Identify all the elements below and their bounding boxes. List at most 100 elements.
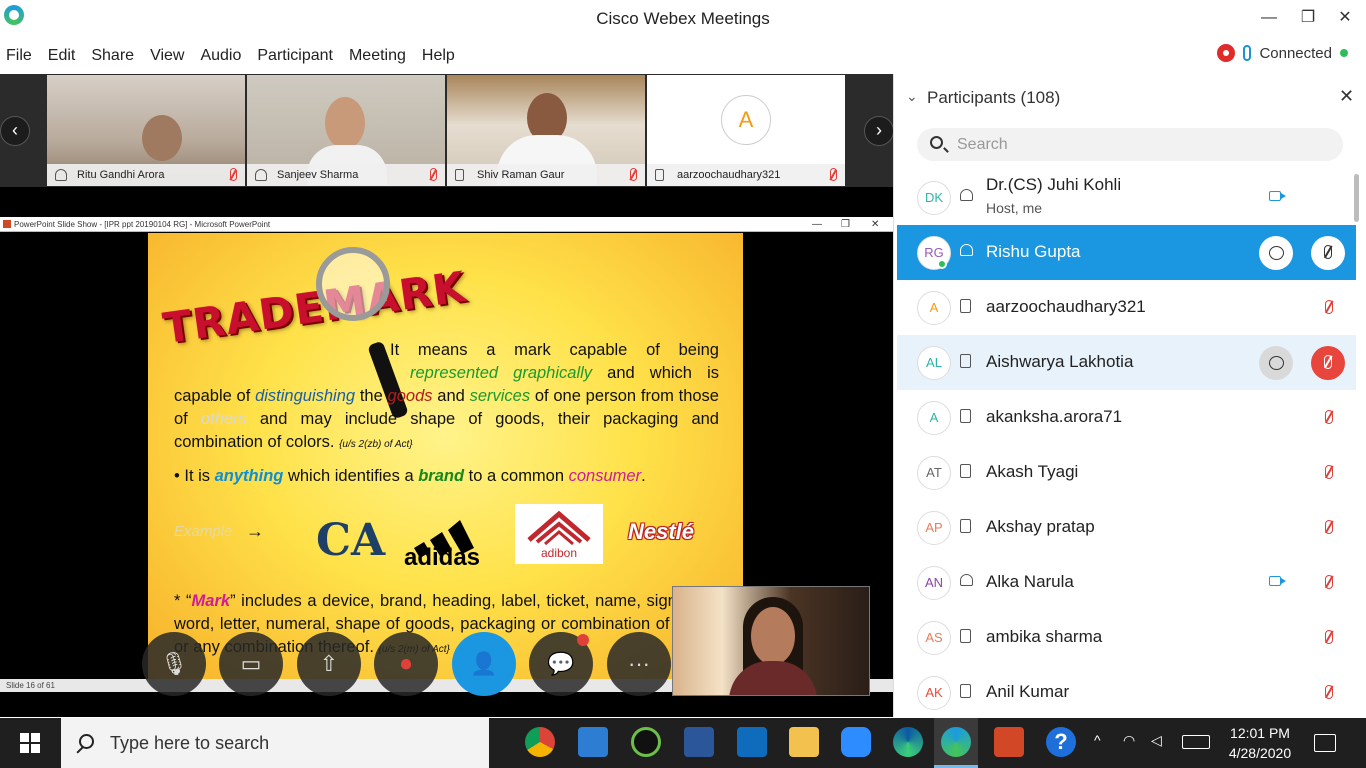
store-icon[interactable] bbox=[578, 727, 608, 757]
recording-icon[interactable] bbox=[1217, 44, 1236, 62]
participant-row[interactable]: A aarzoochaudhary321 bbox=[897, 280, 1356, 335]
mail-icon[interactable] bbox=[737, 727, 767, 757]
edge-icon[interactable] bbox=[893, 727, 923, 757]
ppt-close-button[interactable]: ✕ bbox=[871, 217, 879, 232]
file-explorer-icon[interactable] bbox=[789, 727, 819, 757]
muted-mic-icon[interactable] bbox=[1325, 575, 1333, 589]
menu-file[interactable]: File bbox=[6, 47, 32, 65]
taskbar-clock[interactable]: 12:01 PM 4/28/2020 bbox=[1210, 723, 1310, 763]
wifi-icon[interactable]: ◠ bbox=[1123, 732, 1135, 749]
slide-counter: Slide 16 of 61 bbox=[6, 681, 55, 690]
chat-with-participant-button[interactable] bbox=[1259, 236, 1293, 270]
webex-taskbar-icon[interactable] bbox=[941, 727, 971, 757]
headset-icon bbox=[960, 574, 973, 586]
mute-participant-button[interactable] bbox=[1311, 346, 1345, 380]
more-options-button[interactable]: ··· bbox=[607, 632, 671, 696]
participant-row[interactable]: A akanksha.arora71 bbox=[897, 390, 1356, 445]
phone-icon bbox=[655, 169, 664, 181]
restore-button[interactable]: ❐ bbox=[1293, 6, 1323, 30]
participant-row[interactable]: DK Dr.(CS) Juhi Kohli Host, me bbox=[897, 170, 1356, 225]
participant-search-input[interactable] bbox=[957, 128, 1327, 161]
title-bar: Cisco Webex Meetings — ❐ ✕ bbox=[0, 0, 1366, 38]
participant-name: Akshay pratap bbox=[986, 517, 1095, 536]
volume-icon[interactable]: ◁ bbox=[1151, 732, 1162, 749]
muted-mic-icon[interactable] bbox=[1325, 300, 1333, 314]
collapse-chevron-icon[interactable]: ⌄ bbox=[906, 88, 918, 105]
notifications-icon[interactable] bbox=[1314, 734, 1336, 752]
powerpoint-window-title: PowerPoint Slide Show - [IPR ppt 2019010… bbox=[14, 220, 271, 229]
menu-view[interactable]: View bbox=[150, 47, 184, 65]
participant-role: Host, me bbox=[986, 200, 1043, 216]
video-tile-name: Ritu Gandhi Arora bbox=[77, 169, 165, 181]
menu-audio[interactable]: Audio bbox=[200, 47, 241, 65]
menu-help[interactable]: Help bbox=[422, 47, 455, 65]
video-tile[interactable]: A aarzoochaudhary321 bbox=[647, 75, 845, 186]
word-icon[interactable] bbox=[684, 727, 714, 757]
video-tile[interactable]: Sanjeev Sharma bbox=[247, 75, 445, 186]
muted-mic-icon[interactable] bbox=[1325, 630, 1333, 644]
video-tile[interactable]: Shiv Raman Gaur bbox=[447, 75, 645, 186]
participant-row[interactable]: AP Akshay pratap bbox=[897, 500, 1356, 555]
presentation-slide: TRADEMARK It means a mark capable of bei… bbox=[148, 233, 743, 679]
muted-mic-icon[interactable] bbox=[1325, 465, 1333, 479]
phone-icon bbox=[960, 409, 971, 423]
close-panel-button[interactable]: ✕ bbox=[1339, 86, 1354, 107]
minimize-button[interactable]: — bbox=[1254, 6, 1284, 30]
mute-button[interactable]: 🎙 bbox=[142, 632, 206, 696]
muted-mic-icon[interactable] bbox=[1325, 685, 1333, 699]
participant-search[interactable] bbox=[917, 128, 1343, 161]
chrome-icon[interactable] bbox=[525, 727, 555, 757]
chat-with-participant-button[interactable] bbox=[1259, 346, 1293, 380]
self-view-video[interactable] bbox=[672, 586, 870, 696]
filmstrip-next-button[interactable]: › bbox=[864, 116, 894, 146]
zoom-icon[interactable] bbox=[841, 727, 871, 757]
ppt-minimize-button[interactable]: — bbox=[812, 217, 822, 232]
muted-mic-icon bbox=[630, 168, 637, 181]
video-tile-label: Shiv Raman Gaur bbox=[447, 164, 645, 186]
menu-participant[interactable]: Participant bbox=[257, 47, 333, 65]
show-hidden-icons-icon[interactable]: ^ bbox=[1094, 732, 1101, 748]
video-button[interactable]: ▭ bbox=[219, 632, 283, 696]
headset-icon bbox=[960, 244, 973, 256]
menu-edit[interactable]: Edit bbox=[48, 47, 76, 65]
participant-row[interactable]: AK Anil Kumar bbox=[897, 665, 1356, 720]
menu-bar: File Edit Share View Audio Participant M… bbox=[0, 38, 893, 74]
taskbar-search-box[interactable]: Type here to search bbox=[61, 718, 489, 768]
search-icon bbox=[930, 136, 943, 149]
mute-participant-button[interactable] bbox=[1311, 236, 1345, 270]
chat-button[interactable]: 💬 bbox=[529, 632, 593, 696]
participants-scrollbar[interactable] bbox=[1354, 174, 1359, 222]
video-tile[interactable]: Ritu Gandhi Arora bbox=[47, 75, 245, 186]
menu-meeting[interactable]: Meeting bbox=[349, 47, 406, 65]
keyboard-icon[interactable] bbox=[1182, 735, 1210, 749]
participant-row[interactable]: AS ambika sharma bbox=[897, 610, 1356, 665]
phone-icon bbox=[960, 464, 971, 478]
participants-panel-header: ⌄ Participants (108) ✕ bbox=[894, 74, 1366, 122]
muted-mic-icon[interactable] bbox=[1325, 410, 1333, 424]
video-tile-name: Sanjeev Sharma bbox=[277, 169, 359, 181]
phone-icon bbox=[960, 629, 971, 643]
windows-start-icon[interactable] bbox=[20, 733, 40, 753]
participant-row[interactable]: AL Aishwarya Lakhotia bbox=[897, 335, 1356, 390]
microphone-icon[interactable] bbox=[1243, 45, 1252, 61]
media-app-icon[interactable] bbox=[631, 727, 661, 757]
phone-icon bbox=[960, 299, 971, 313]
help-icon[interactable]: ? bbox=[1046, 727, 1076, 757]
participants-button[interactable]: 👤 bbox=[452, 632, 516, 696]
participant-row[interactable]: AN Alka Narula bbox=[897, 555, 1356, 610]
powerpoint-taskbar-icon[interactable] bbox=[994, 727, 1024, 757]
record-button[interactable]: ⏺ bbox=[374, 632, 438, 696]
participant-row[interactable]: AT Akash Tyagi bbox=[897, 445, 1356, 500]
filmstrip-prev-button[interactable]: ‹ bbox=[0, 116, 30, 146]
menu-share[interactable]: Share bbox=[91, 47, 134, 65]
window-title: Cisco Webex Meetings bbox=[596, 9, 770, 28]
close-button[interactable]: ✕ bbox=[1330, 6, 1360, 30]
magnifier-icon bbox=[316, 247, 390, 321]
participant-avatar: A bbox=[917, 401, 951, 435]
arrow-right-icon: → bbox=[246, 521, 264, 541]
phone-icon bbox=[960, 354, 971, 368]
ppt-restore-button[interactable]: ❐ bbox=[841, 217, 850, 232]
share-button[interactable]: ⇧ bbox=[297, 632, 361, 696]
muted-mic-icon[interactable] bbox=[1325, 520, 1333, 534]
participant-row[interactable]: RG Rishu Gupta bbox=[897, 225, 1356, 280]
